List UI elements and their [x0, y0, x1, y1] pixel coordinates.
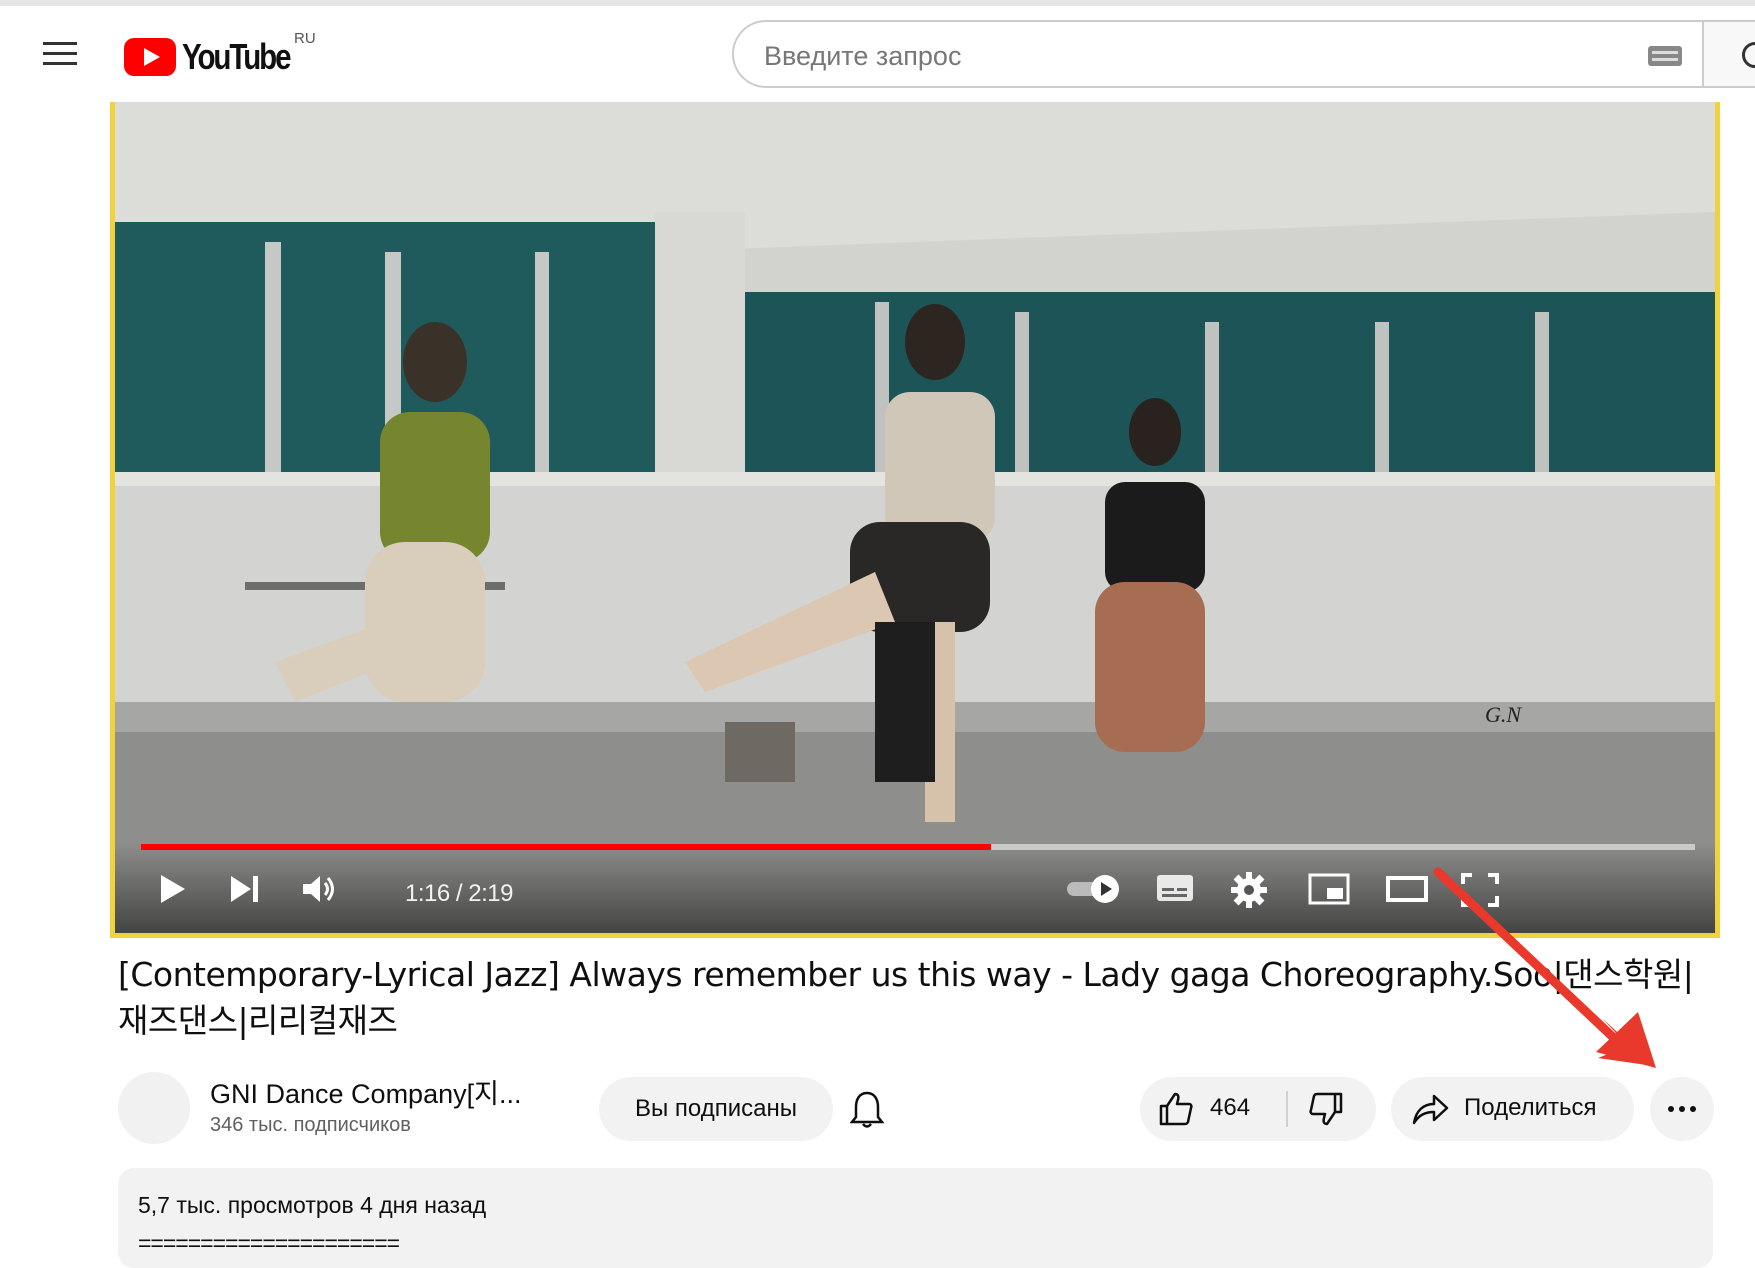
like-button[interactable]: 464	[1140, 1077, 1286, 1141]
svg-text:G.N: G.N	[1485, 702, 1522, 727]
share-label: Поделиться	[1464, 1094, 1597, 1121]
fullscreen-icon[interactable]	[1460, 872, 1500, 908]
theater-mode-icon[interactable]	[1385, 872, 1429, 906]
like-dislike-group: 464	[1140, 1077, 1376, 1141]
description-box[interactable]: 5,7 тыс. просмотров 4 дня назад ========…	[118, 1168, 1713, 1268]
next-icon[interactable]	[227, 872, 263, 906]
menu-icon[interactable]	[43, 40, 77, 68]
video-player[interactable]: G.N 1:16 / 2:19	[110, 102, 1720, 938]
search-box[interactable]	[732, 20, 1702, 88]
thumbs-up-icon	[1159, 1092, 1193, 1126]
progress-bar[interactable]	[141, 844, 1695, 850]
autoplay-toggle[interactable]	[1065, 874, 1121, 904]
logo-text: YouTube	[182, 36, 292, 77]
subscribed-label: Вы подписаны	[635, 1095, 797, 1122]
description-first-line: =====================	[138, 1230, 400, 1256]
settings-gear-icon[interactable]	[1231, 872, 1267, 908]
time-display: 1:16 / 2:19	[405, 880, 513, 907]
region-label: RU	[294, 30, 316, 47]
search-input[interactable]	[762, 36, 1626, 76]
subscribed-button[interactable]: Вы подписаны	[599, 1077, 833, 1141]
share-button[interactable]: Поделиться	[1391, 1077, 1634, 1141]
volume-icon[interactable]	[301, 872, 339, 906]
thumbs-down-icon	[1309, 1092, 1343, 1126]
video-title: [Contemporary-Lyrical Jazz] Always remem…	[118, 955, 1694, 1040]
channel-avatar[interactable]	[118, 1072, 190, 1144]
progress-played	[141, 844, 992, 850]
keyboard-icon[interactable]	[1648, 46, 1682, 66]
top-border	[0, 0, 1755, 6]
video-frame: G.N	[115, 102, 1715, 933]
miniplayer-icon[interactable]	[1307, 872, 1351, 906]
subtitles-icon[interactable]	[1155, 872, 1195, 904]
bell-icon[interactable]	[850, 1090, 884, 1130]
search-button[interactable]	[1702, 20, 1755, 88]
more-actions-button[interactable]	[1650, 1077, 1714, 1141]
play-icon[interactable]	[155, 872, 189, 906]
views-and-date: 5,7 тыс. просмотров 4 дня назад	[138, 1192, 487, 1218]
search-icon	[1742, 42, 1755, 68]
share-icon	[1412, 1094, 1449, 1125]
dislike-button[interactable]	[1288, 1077, 1376, 1141]
subscriber-count: 346 тыс. подписчиков	[210, 1114, 411, 1136]
like-count: 464	[1210, 1094, 1251, 1121]
youtube-logo[interactable]: YouTube	[124, 34, 313, 80]
more-horizontal-icon	[1668, 1106, 1696, 1112]
channel-name[interactable]: GNI Dance Company[지...	[210, 1072, 521, 1111]
youtube-play-icon	[124, 38, 176, 76]
